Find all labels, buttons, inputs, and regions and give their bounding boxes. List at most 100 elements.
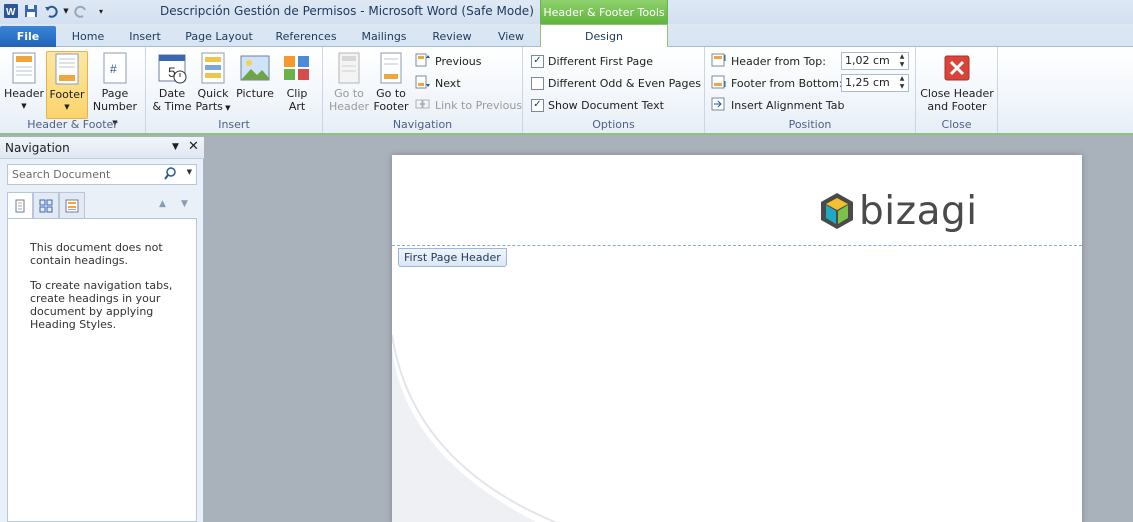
previous-label: Previous: [435, 54, 482, 68]
picture-button[interactable]: Picture: [234, 51, 276, 100]
insert-alignment-tab-button[interactable]: Insert Alignment Tab: [711, 96, 845, 114]
clip-art-icon: [281, 51, 313, 85]
previous-button[interactable]: Previous: [415, 52, 482, 70]
tab-view[interactable]: View: [490, 26, 532, 47]
group-close: Close Header and Footer Close: [916, 47, 998, 133]
next-result-icon[interactable]: ▼: [181, 199, 188, 209]
group-label-header-footer: Header & Footer: [27, 118, 118, 131]
next-icon: [415, 75, 431, 92]
close-header-footer-label-1: Close Header: [920, 87, 994, 100]
bizagi-logo: bizagi: [819, 191, 978, 231]
footer-dropdown-icon: ▼: [64, 103, 70, 111]
navigation-pane: Navigation ▼ ✕ Search Document ▼ ▲ ▼ Thi…: [0, 137, 204, 522]
pane-options-icon[interactable]: ▼: [172, 142, 179, 152]
navigation-pane-body: This document does not contain headings.…: [7, 218, 197, 522]
go-to-footer-button[interactable]: Go to Footer: [371, 51, 411, 113]
next-button[interactable]: Next: [415, 74, 461, 92]
word-icon[interactable]: W: [2, 2, 20, 20]
previous-icon: [415, 53, 431, 70]
close-icon: [941, 51, 973, 85]
group-label-options: Options: [592, 118, 635, 131]
ribbon: Header ▼ Footer ▼ # Page Number ▼ Header…: [0, 47, 1133, 135]
document-page[interactable]: bizagi First Page Header: [392, 155, 1082, 522]
browse-pages-tab[interactable]: [33, 192, 59, 218]
footer-from-bottom-control: Footer from Bottom:: [711, 74, 843, 92]
save-icon[interactable]: [22, 2, 40, 20]
go-to-header-button[interactable]: Go to Header: [327, 51, 371, 113]
date-time-label-1: Date: [158, 87, 186, 100]
different-first-page-checkbox[interactable]: ✓ Different First Page: [531, 52, 653, 70]
close-header-footer-button[interactable]: Close Header and Footer: [920, 51, 994, 113]
go-to-footer-label-1: Go to: [376, 87, 406, 100]
window-title: Descripción Gestión de Permisos - Micros…: [160, 4, 534, 18]
spinner-arrows-icon[interactable]: ▲ ▼: [896, 75, 908, 91]
browse-results-tab[interactable]: [59, 192, 85, 218]
quick-access-toolbar: W ▼ ▾: [2, 2, 110, 20]
header-position-icon: [711, 53, 727, 70]
group-label-position: Position: [788, 118, 832, 131]
undo-dropdown-icon[interactable]: ▼: [62, 2, 70, 20]
link-to-previous-label: Link to Previous: [435, 98, 523, 112]
link-to-previous-button[interactable]: Link to Previous: [415, 96, 522, 114]
footer-from-bottom-spinner[interactable]: 1,25 cm ▲ ▼: [841, 74, 909, 92]
tab-design[interactable]: Design: [540, 24, 668, 48]
undo-icon[interactable]: [42, 2, 60, 20]
page-number-label-1: Page: [101, 87, 129, 100]
first-page-header-tag: First Page Header: [398, 248, 507, 267]
tab-insert[interactable]: Insert: [124, 26, 166, 47]
search-icon[interactable]: [164, 167, 176, 184]
close-pane-icon[interactable]: ✕: [188, 139, 199, 154]
tab-page-layout[interactable]: Page Layout: [180, 26, 258, 47]
footer-icon: [51, 52, 83, 86]
svg-text:W: W: [6, 7, 16, 18]
search-options-icon[interactable]: ▼: [187, 168, 192, 176]
browse-headings-tab[interactable]: [7, 192, 33, 218]
tab-home[interactable]: Home: [66, 26, 110, 47]
footer-from-bottom-label: Footer from Bottom:: [731, 76, 843, 90]
search-placeholder: Search Document: [12, 168, 111, 181]
footer-button[interactable]: Footer ▼: [46, 51, 88, 119]
group-header-footer: Header ▼ Footer ▼ # Page Number ▼ Header…: [0, 47, 146, 133]
spinner-arrows-icon[interactable]: ▲ ▼: [896, 53, 908, 69]
insert-alignment-tab-label: Insert Alignment Tab: [731, 98, 845, 112]
tab-file[interactable]: File: [0, 26, 56, 47]
tab-review[interactable]: Review: [424, 26, 480, 47]
group-navigation: Go to Header Go to Footer Previous Next …: [323, 47, 523, 133]
different-first-page-label: Different First Page: [548, 54, 653, 68]
navigation-pane-title: Navigation: [5, 141, 70, 155]
tab-mailings[interactable]: Mailings: [354, 26, 414, 47]
date-time-button[interactable]: 5 Date & Time: [152, 51, 192, 113]
checkbox-unchecked-icon: [531, 76, 544, 90]
different-odd-even-checkbox[interactable]: Different Odd & Even Pages: [531, 74, 701, 92]
header-boundary-line: [392, 245, 1082, 246]
go-to-header-label-2: Header: [328, 100, 370, 113]
header-from-top-label: Header from Top:: [731, 54, 826, 68]
no-headings-message: This document does not contain headings.: [30, 241, 163, 267]
go-to-header-label-1: Go to: [334, 87, 364, 100]
previous-result-icon[interactable]: ▲: [159, 199, 166, 209]
context-tool-header: Header & Footer Tools: [540, 0, 668, 24]
quick-parts-label-1: Quick: [197, 87, 229, 100]
picture-label: Picture: [236, 87, 274, 100]
group-label-close: Close: [941, 118, 972, 131]
date-time-label-2: & Time: [152, 100, 192, 113]
search-document-input[interactable]: Search Document ▼: [7, 164, 197, 185]
tab-references[interactable]: References: [270, 26, 342, 47]
document-area[interactable]: bizagi First Page Header: [205, 137, 1133, 522]
clip-art-button[interactable]: Clip Art: [278, 51, 316, 113]
bizagi-logo-mark: [821, 193, 853, 229]
customize-qat-icon[interactable]: ▾: [92, 2, 110, 20]
footer-button-label: Footer: [49, 88, 85, 101]
link-icon: [415, 97, 431, 114]
navigation-pane-header: Navigation ▼ ✕: [0, 137, 204, 159]
create-headings-hint: To create navigation tabs, create headin…: [30, 279, 173, 331]
footer-position-icon: [711, 75, 727, 92]
header-button[interactable]: Header ▼: [4, 51, 44, 113]
clip-art-label-1: Clip: [286, 87, 308, 100]
headings-icon: [15, 199, 25, 212]
show-document-text-checkbox[interactable]: ✓ Show Document Text: [531, 96, 664, 114]
header-from-top-spinner[interactable]: 1,02 cm ▲ ▼: [841, 52, 909, 70]
quick-parts-button[interactable]: Quick Parts ▼: [194, 51, 232, 115]
navigation-view-tabs: [7, 192, 85, 218]
calendar-icon: 5: [156, 51, 188, 85]
